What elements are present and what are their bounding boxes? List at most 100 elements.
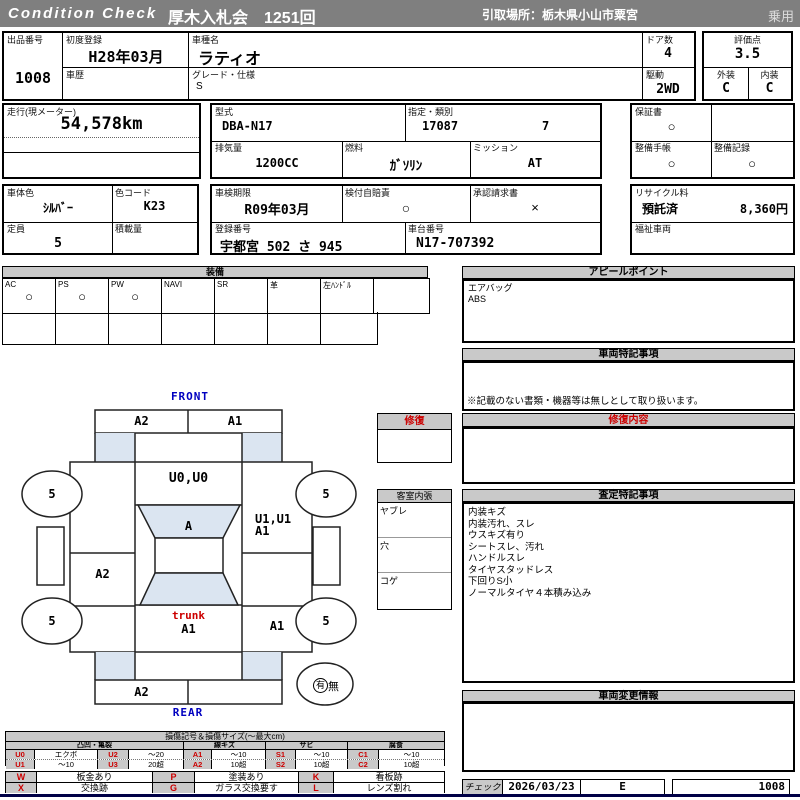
repair-mini-header: 修復	[377, 413, 452, 430]
equipment-empty-cell	[3, 312, 56, 344]
assessment-line: 内装汚れ、スレ	[468, 518, 535, 530]
registration-number-label: 登録番号	[215, 224, 252, 234]
fuel-value: ｶﾞｿﾘﾝ	[389, 159, 423, 174]
legend-value: 〜10	[379, 750, 444, 759]
equipment-mark: ○	[78, 289, 86, 304]
legend-code: U0	[6, 750, 35, 759]
equipment-empty-cell	[56, 312, 109, 344]
equipment-cell: 左ﾊﾝﾄﾞﾙ	[321, 279, 374, 313]
legend-code: S1	[266, 750, 296, 759]
equipment-cell: PW ○	[109, 279, 162, 313]
equipment-cell: NAVI	[162, 279, 215, 313]
displacement-label: 排気量	[215, 143, 243, 153]
legend-value: 〜20	[129, 750, 184, 759]
doors-value: 4	[664, 46, 672, 61]
equipment-label: NAVI	[164, 280, 183, 289]
transmission-label: ミッション	[473, 143, 519, 153]
equipment-row-empty	[2, 312, 378, 345]
model-code: DBA-N17	[222, 119, 273, 133]
score-label: 評価点	[733, 35, 761, 45]
equipment-empty-cell	[109, 312, 162, 344]
model-name-label: 車種名	[192, 35, 220, 45]
check-lot-number: 1008	[672, 779, 790, 795]
approval-mark: ×	[531, 200, 539, 215]
lot-number-label: 出品番号	[7, 35, 44, 45]
legend-title: 損傷記号＆損傷サイズ(〜最大cm)	[6, 732, 444, 742]
registration-number: 宇都宮 502 さ 945	[220, 240, 343, 255]
legend-code: W	[6, 772, 37, 782]
legend-code: P	[153, 772, 195, 782]
transmission-value: AT	[527, 156, 543, 170]
lot-number: 1008	[14, 69, 52, 87]
load-label: 積載量	[115, 224, 143, 234]
model-name: ラティオ	[198, 49, 262, 68]
trunk-word: trunk	[171, 609, 206, 622]
special-notes-title: 車両特記事項	[462, 348, 795, 361]
cabin-row-burn: コゲ	[380, 576, 399, 586]
mileage-value: 54,578km	[60, 114, 143, 134]
assessment-body: 内装キズ 内装汚れ、スレ ウスキズ有り シートスレ、汚れ ハンドルスレ タイヤス…	[462, 502, 795, 683]
color-capacity-box: 車体色 ｼﾙﾊﾞｰ 色コード K23 定員 5 積載量	[2, 184, 199, 255]
warranty-box: 保証書 ○ 整備手帳 ○ 整備記録 ○	[630, 103, 795, 179]
equipment-cell: AC ○	[3, 279, 56, 313]
legend-code: S2	[266, 760, 296, 769]
legend-code: L	[299, 783, 334, 793]
repair-detail-title: 修復内容	[462, 413, 795, 427]
tire-depth-rear-right: 5	[322, 614, 330, 628]
model-code-label: 型式	[215, 107, 234, 117]
score-value: 3.5	[734, 46, 761, 62]
equipment-empty-cell	[215, 312, 268, 344]
spare-no: 無	[328, 680, 339, 693]
legend-value: 交換跡	[37, 783, 153, 793]
spare-yes-circled: 有	[313, 678, 328, 694]
score-box: 評価点 3.5 外装 C 内装 C	[702, 31, 793, 101]
mark-hood: U0,U0	[168, 471, 209, 486]
assessment-line: 内装キズ	[468, 507, 507, 518]
fuel-label: 燃料	[345, 143, 364, 153]
interior-grade: C	[765, 81, 774, 96]
displacement-value: 1200CC	[255, 156, 299, 170]
special-note-text: ※記載のない書類・機器等は無しとして取り扱います。	[467, 396, 704, 407]
equipment-empty-cell	[268, 312, 321, 344]
first-registration: H28年03月	[88, 48, 164, 66]
model-code-box: 型式 DBA-N17 指定・類別 17087 7 排気量 1200CC 燃料 ｶ…	[210, 103, 602, 179]
maintenance-record-label: 整備記録	[714, 143, 751, 153]
body-color: ｼﾙﾊﾞｰ	[42, 201, 73, 215]
mark-windshield: A	[184, 519, 193, 533]
bottom-rule	[0, 794, 800, 797]
tire-depth-front-right: 5	[322, 487, 330, 501]
assessment-line: ハンドルスレ	[468, 553, 526, 564]
grade-label: グレード・仕様	[192, 70, 256, 80]
cabin-row-tear: ヤブレ	[378, 503, 451, 538]
type-number: 17087	[422, 119, 459, 133]
cabin-row-hole: 穴	[378, 538, 451, 573]
mark-rear-bumper-left: A2	[134, 685, 149, 699]
appeal-line: エアバッグ	[468, 283, 513, 293]
legend-group: 腐食	[348, 742, 444, 749]
equipment-empty-cell	[162, 312, 215, 344]
insurance-label: 検付自賠責	[345, 188, 391, 198]
body-color-label: 車体色	[7, 188, 35, 198]
legend-value: 10超	[379, 760, 444, 769]
equipment-title-bar: 装備	[2, 266, 428, 278]
chassis-number: N17-707392	[416, 236, 495, 251]
equipment-label: SR	[217, 280, 229, 289]
legend-value: 〜10	[296, 750, 348, 759]
check-label-box: チェック	[462, 779, 503, 795]
legend-value: 看板跡	[334, 772, 444, 782]
main-info-box: 出品番号 1008 初度登録 H28年03月 車歴 車種名 ラティオ グレード・…	[2, 31, 696, 101]
change-info-body	[462, 702, 795, 772]
legend-group: 凸凹・亀裂	[6, 742, 184, 749]
history-label: 車歴	[66, 70, 85, 80]
warranty-mark: ○	[667, 119, 676, 134]
header-bar: Condition Check 厚木入札会 1251回 引取場所：栃木県小山市粟…	[0, 0, 800, 27]
legend-code: C1	[348, 750, 379, 759]
tire-depth-front-left: 5	[48, 487, 56, 501]
rear-label: REAR	[172, 706, 204, 719]
equipment-mark: ○	[25, 289, 33, 304]
mark-left-door: A2	[95, 567, 110, 581]
equipment-cell: SR	[215, 279, 268, 313]
repair-mini-body	[377, 430, 452, 463]
appeal-title: アピールポイント	[462, 266, 795, 279]
legend-value: 〜10	[35, 760, 98, 769]
